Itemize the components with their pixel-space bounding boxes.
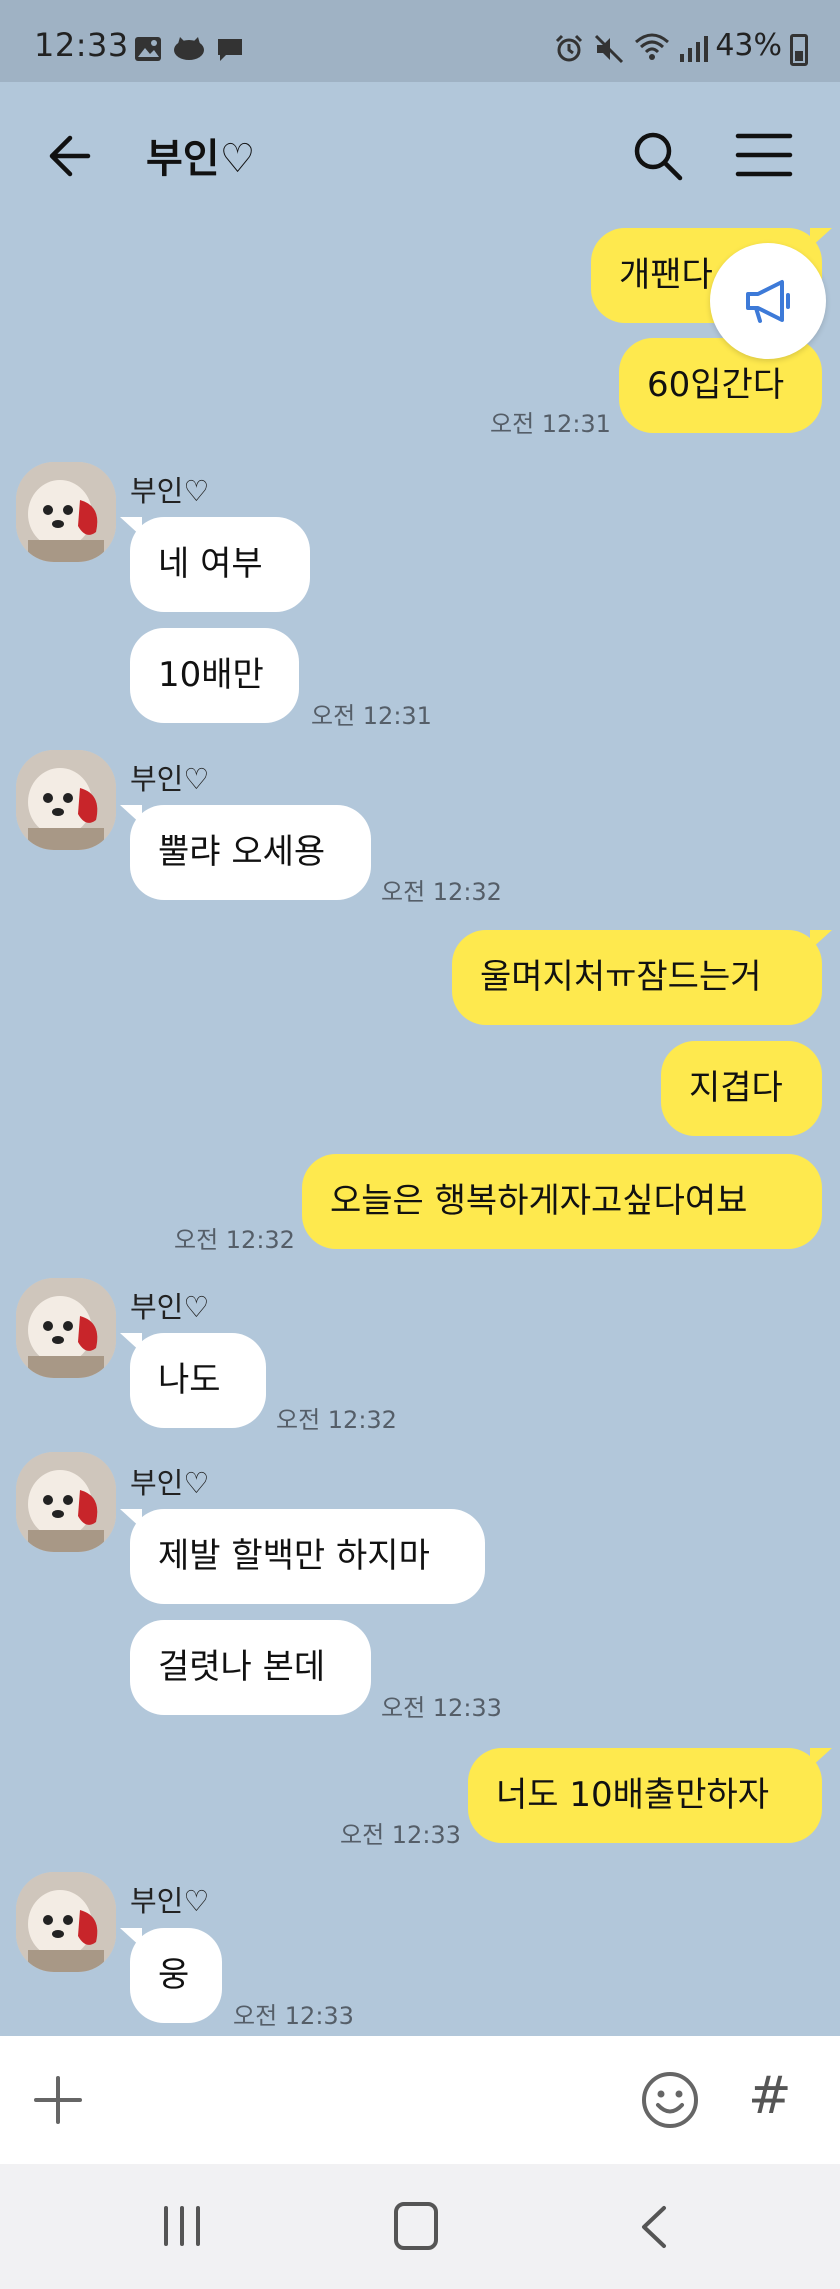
message-text: 60입간다 <box>647 365 785 405</box>
other-message-bubble[interactable]: 제발 할백만 하지마 <box>120 1509 485 1604</box>
message-input-bar[interactable]: # <box>0 2036 840 2164</box>
dog-avatar-image <box>16 1278 116 1378</box>
message-text: 걸렷나 본데 <box>158 1647 326 1687</box>
system-nav-bar <box>0 2164 840 2289</box>
message-time: 오전 12:32 <box>174 1226 295 1254</box>
message-time: 오전 12:31 <box>490 410 611 438</box>
other-message-bubble[interactable]: 웅 <box>120 1928 222 2023</box>
other-message-bubble[interactable]: 나도 <box>120 1333 266 1428</box>
sender-name: 부인♡ <box>130 1466 210 1500</box>
my-message-bubble[interactable]: 오늘은 행복하게자고싶다여뵤 <box>302 1154 822 1249</box>
message-time: 오전 12:33 <box>233 2002 354 2030</box>
avatar[interactable] <box>16 1278 116 1378</box>
dog-avatar-image <box>16 1872 116 1972</box>
image-icon <box>135 37 161 61</box>
recent-apps-icon[interactable] <box>160 2204 204 2248</box>
other-message-bubble[interactable]: 10배만 <box>130 628 299 723</box>
my-message-bubble[interactable]: 너도 10배출만하자 <box>468 1748 832 1843</box>
cat-icon <box>174 37 204 60</box>
sender-name: 부인♡ <box>130 1290 210 1324</box>
status-time: 12:33 <box>34 26 129 64</box>
sender-name: 부인♡ <box>130 762 210 796</box>
message-icon <box>218 39 242 61</box>
message-time: 오전 12:33 <box>340 1821 461 1849</box>
emoji-icon[interactable] <box>640 2070 700 2130</box>
plus-icon[interactable] <box>30 2072 86 2128</box>
search-icon[interactable] <box>630 128 686 184</box>
hash-icon[interactable]: # <box>748 2066 792 2126</box>
sender-name: 부인♡ <box>130 1884 210 1918</box>
megaphone-icon <box>746 280 790 323</box>
message-text: 뿔랴 오세용 <box>158 832 326 872</box>
home-icon[interactable] <box>394 2202 438 2250</box>
message-text: 제발 할백만 하지마 <box>158 1536 430 1576</box>
dog-avatar-image <box>16 1452 116 1552</box>
notice-button[interactable] <box>710 243 826 359</box>
alarm-icon <box>555 34 583 62</box>
message-text: 너도 10배출만하자 <box>496 1775 770 1815</box>
message-text: 개팬다 <box>619 255 713 295</box>
menu-icon[interactable] <box>734 130 794 180</box>
avatar[interactable] <box>16 1872 116 1972</box>
mute-icon <box>594 34 624 64</box>
avatar[interactable] <box>16 750 116 850</box>
avatar[interactable] <box>16 1452 116 1552</box>
message-text: 울며지처ㅠ잠드는거 <box>480 957 762 997</box>
message-time: 오전 12:32 <box>276 1406 397 1434</box>
message-time: 오전 12:32 <box>381 878 502 906</box>
nav-back-icon[interactable] <box>636 2204 672 2250</box>
other-message-bubble[interactable]: 네 여부 <box>120 517 310 612</box>
message-text: 네 여부 <box>158 544 263 584</box>
battery-icon <box>790 34 808 66</box>
message-text: 웅 <box>158 1955 190 1995</box>
sender-name: 부인♡ <box>130 474 210 508</box>
dog-avatar-image <box>16 462 116 562</box>
wifi-icon <box>635 33 669 60</box>
message-time: 오전 12:31 <box>311 702 432 730</box>
dog-avatar-image <box>16 750 116 850</box>
message-text: 오늘은 행복하게자고싶다여뵤 <box>330 1181 748 1221</box>
chat-title[interactable]: 부인♡ <box>146 126 255 184</box>
other-message-bubble[interactable]: 걸렷나 본데 <box>130 1620 371 1715</box>
back-arrow-icon[interactable] <box>42 126 102 186</box>
status-bar: 12:33 43% <box>0 0 840 82</box>
battery-percentage: 43% <box>715 28 782 63</box>
signal-icon <box>680 36 708 62</box>
message-text: 10배만 <box>158 655 264 695</box>
other-message-bubble[interactable]: 뿔랴 오세용 <box>120 805 371 900</box>
avatar[interactable] <box>16 462 116 562</box>
my-message-bubble[interactable]: 울며지처ㅠ잠드는거 <box>452 930 832 1025</box>
my-message-bubble[interactable]: 지겹다 <box>661 1041 822 1136</box>
message-time: 오전 12:33 <box>381 1694 502 1722</box>
message-text: 나도 <box>158 1360 221 1400</box>
message-text: 지겹다 <box>689 1068 783 1108</box>
chat-header: 부인♡ <box>0 82 840 228</box>
